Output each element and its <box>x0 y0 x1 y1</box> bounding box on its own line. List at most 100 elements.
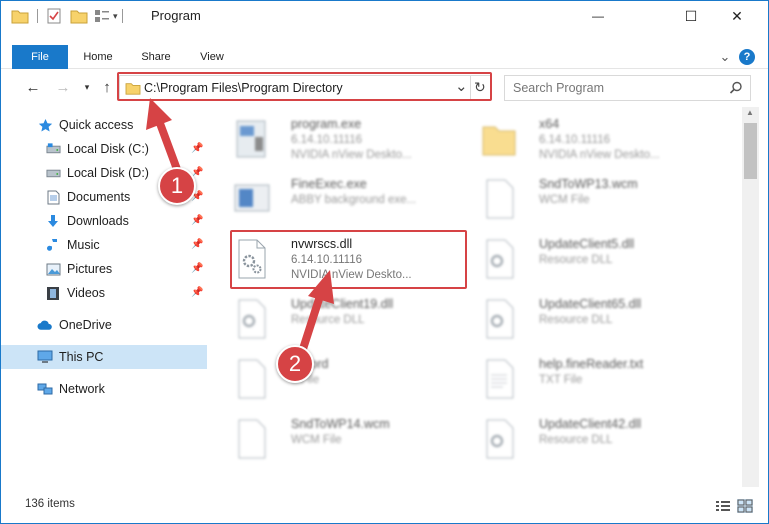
search-input[interactable] <box>513 80 713 96</box>
nav-item-downloads[interactable]: Downloads 📌 <box>1 209 207 233</box>
file-item[interactable]: UpdateClient65.dll Resource DLL <box>469 291 709 347</box>
vertical-scrollbar[interactable]: ▲ <box>742 107 759 487</box>
back-arrow-icon[interactable]: ← <box>23 77 43 97</box>
quick-access-toolbar: ▾ <box>11 1 123 31</box>
close-button[interactable]: ✕ <box>714 1 760 31</box>
forward-arrow-icon[interactable]: → <box>53 77 73 97</box>
refresh-icon[interactable]: ↻ <box>474 79 486 96</box>
new-folder-icon[interactable] <box>70 8 88 24</box>
window-title: Program <box>151 8 201 23</box>
item-count: 136 items <box>25 498 75 510</box>
nav-label: Network <box>59 382 105 396</box>
nav-item-local-disk-c[interactable]: Local Disk (C:) 📌 <box>1 137 207 161</box>
file-list: program.exe 6.14.10.11116 NVIDIA nView D… <box>211 109 741 489</box>
pin-icon[interactable]: 📌 <box>191 263 203 275</box>
nav-item-music[interactable]: Music 📌 <box>1 233 207 257</box>
search-box[interactable] <box>504 75 751 101</box>
tab-share[interactable]: Share <box>133 45 179 69</box>
up-arrow-icon[interactable]: ↑ <box>97 77 117 97</box>
scrollbar-thumb[interactable] <box>744 123 757 179</box>
separator <box>37 9 38 23</box>
customize-dropdown-icon[interactable]: ▾ <box>113 11 118 22</box>
search-icon[interactable] <box>729 81 743 95</box>
callout-badge-2: 2 <box>276 345 314 383</box>
nav-item-pictures[interactable]: Pictures 📌 <box>1 257 207 281</box>
file-item[interactable]: UpdateClient5.dll Resource DLL <box>469 231 709 287</box>
details-view-icon[interactable] <box>715 499 731 513</box>
nav-item-this-pc[interactable]: This PC <box>1 345 207 369</box>
file-version: 6.14.10.11116 <box>539 134 610 146</box>
file-description: NVIDIA nView Deskto... <box>539 149 660 161</box>
properties-icon[interactable] <box>46 8 62 24</box>
download-arrow-icon <box>45 213 61 229</box>
file-name: UpdateClient5.dll <box>539 237 635 251</box>
folder-icon[interactable] <box>11 8 29 24</box>
title-bar: ▾ Program — ☐ ✕ <box>1 1 768 31</box>
file-type: Resource DLL <box>291 314 365 326</box>
file-item[interactable]: x64 6.14.10.11116 NVIDIA nView Deskto... <box>469 111 709 167</box>
star-icon <box>37 117 53 133</box>
large-icons-view-icon[interactable] <box>737 499 753 513</box>
exe-file-icon <box>236 120 266 158</box>
exe-file-icon <box>234 184 270 212</box>
explorer-window: ▾ Program — ☐ ✕ File Home Share View ⌄ ?… <box>0 0 769 524</box>
pictures-icon <box>45 261 61 277</box>
nav-item-videos[interactable]: Videos 📌 <box>1 281 207 305</box>
tab-home[interactable]: Home <box>75 45 121 69</box>
file-item[interactable]: ...word ...File <box>221 351 461 407</box>
minimize-button[interactable]: — <box>575 1 621 31</box>
address-bar[interactable]: C:\Program Files\Program Directory ⌄ ↻ <box>119 75 491 101</box>
pin-icon[interactable]: 📌 <box>191 287 203 299</box>
view-options-icon[interactable] <box>94 8 110 24</box>
file-description: NVIDIA nView Deskto... <box>291 149 412 161</box>
nav-label: Downloads <box>67 214 129 228</box>
computer-icon <box>37 349 53 365</box>
file-version: 6.14.10.11116 <box>291 254 362 266</box>
pin-icon[interactable]: 📌 <box>191 215 203 227</box>
file-type: TXT File <box>539 374 583 386</box>
nav-item-quick-access[interactable]: Quick access <box>1 113 207 137</box>
file-item[interactable]: FineExec.exe ABBY background exe... <box>221 171 461 227</box>
file-item[interactable]: UpdateClient42.dll Resource DLL <box>469 411 709 467</box>
help-icon[interactable]: ? <box>739 49 755 65</box>
drive-icon <box>45 165 61 181</box>
file-item[interactable]: SndToWP14.wcm WCM File <box>221 411 461 467</box>
maximize-button[interactable]: ☐ <box>668 1 714 31</box>
text-file-icon <box>486 359 514 399</box>
ribbon-expand-icon[interactable]: ⌄ <box>717 45 733 69</box>
address-row: ← → ▾ ↑ C:\Program Files\Program Directo… <box>1 71 768 105</box>
file-name: UpdateClient42.dll <box>539 417 642 431</box>
documents-icon <box>45 189 61 205</box>
nav-item-network[interactable]: Network <box>1 377 207 401</box>
file-name: x64 <box>539 117 560 131</box>
pin-icon[interactable]: 📌 <box>191 143 203 155</box>
file-item[interactable]: help.fineReader.txt TXT File <box>469 351 709 407</box>
nav-label: Local Disk (C:) <box>67 142 149 156</box>
file-name: UpdateClient19.dll <box>291 297 394 311</box>
file-name: nvwrscs.dll <box>291 237 353 251</box>
file-icon <box>238 419 266 459</box>
callout-badge-1: 1 <box>158 167 196 205</box>
nav-item-onedrive[interactable]: OneDrive <box>1 313 207 337</box>
nav-label: OneDrive <box>59 318 112 332</box>
pin-icon[interactable]: 📌 <box>191 239 203 251</box>
status-bar: 136 items <box>1 491 768 523</box>
tab-file[interactable]: File <box>12 45 68 69</box>
scroll-up-icon[interactable]: ▲ <box>746 108 754 117</box>
file-item[interactable]: program.exe 6.14.10.11116 NVIDIA nView D… <box>221 111 461 167</box>
address-dropdown-icon[interactable]: ⌄ <box>455 77 468 95</box>
tab-view[interactable]: View <box>189 45 235 69</box>
file-type: Resource DLL <box>539 254 613 266</box>
recent-locations-icon[interactable]: ▾ <box>77 77 97 97</box>
file-item[interactable]: SndToWP13.wcm WCM File <box>469 171 709 227</box>
film-icon <box>45 285 61 301</box>
separator <box>121 9 123 23</box>
navigation-pane: Quick access Local Disk (C:) 📌 Local Dis… <box>1 109 207 489</box>
file-item-nvwrscs-dll[interactable]: nvwrscs.dll 6.14.10.11116 NVIDIA nView D… <box>221 231 461 287</box>
file-name: FineExec.exe <box>291 177 367 191</box>
file-icon <box>486 179 514 219</box>
file-name: program.exe <box>291 117 362 131</box>
file-item[interactable]: UpdateClient19.dll Resource DLL <box>221 291 461 347</box>
file-type: Resource DLL <box>539 434 613 446</box>
file-type: WCM File <box>539 194 590 206</box>
